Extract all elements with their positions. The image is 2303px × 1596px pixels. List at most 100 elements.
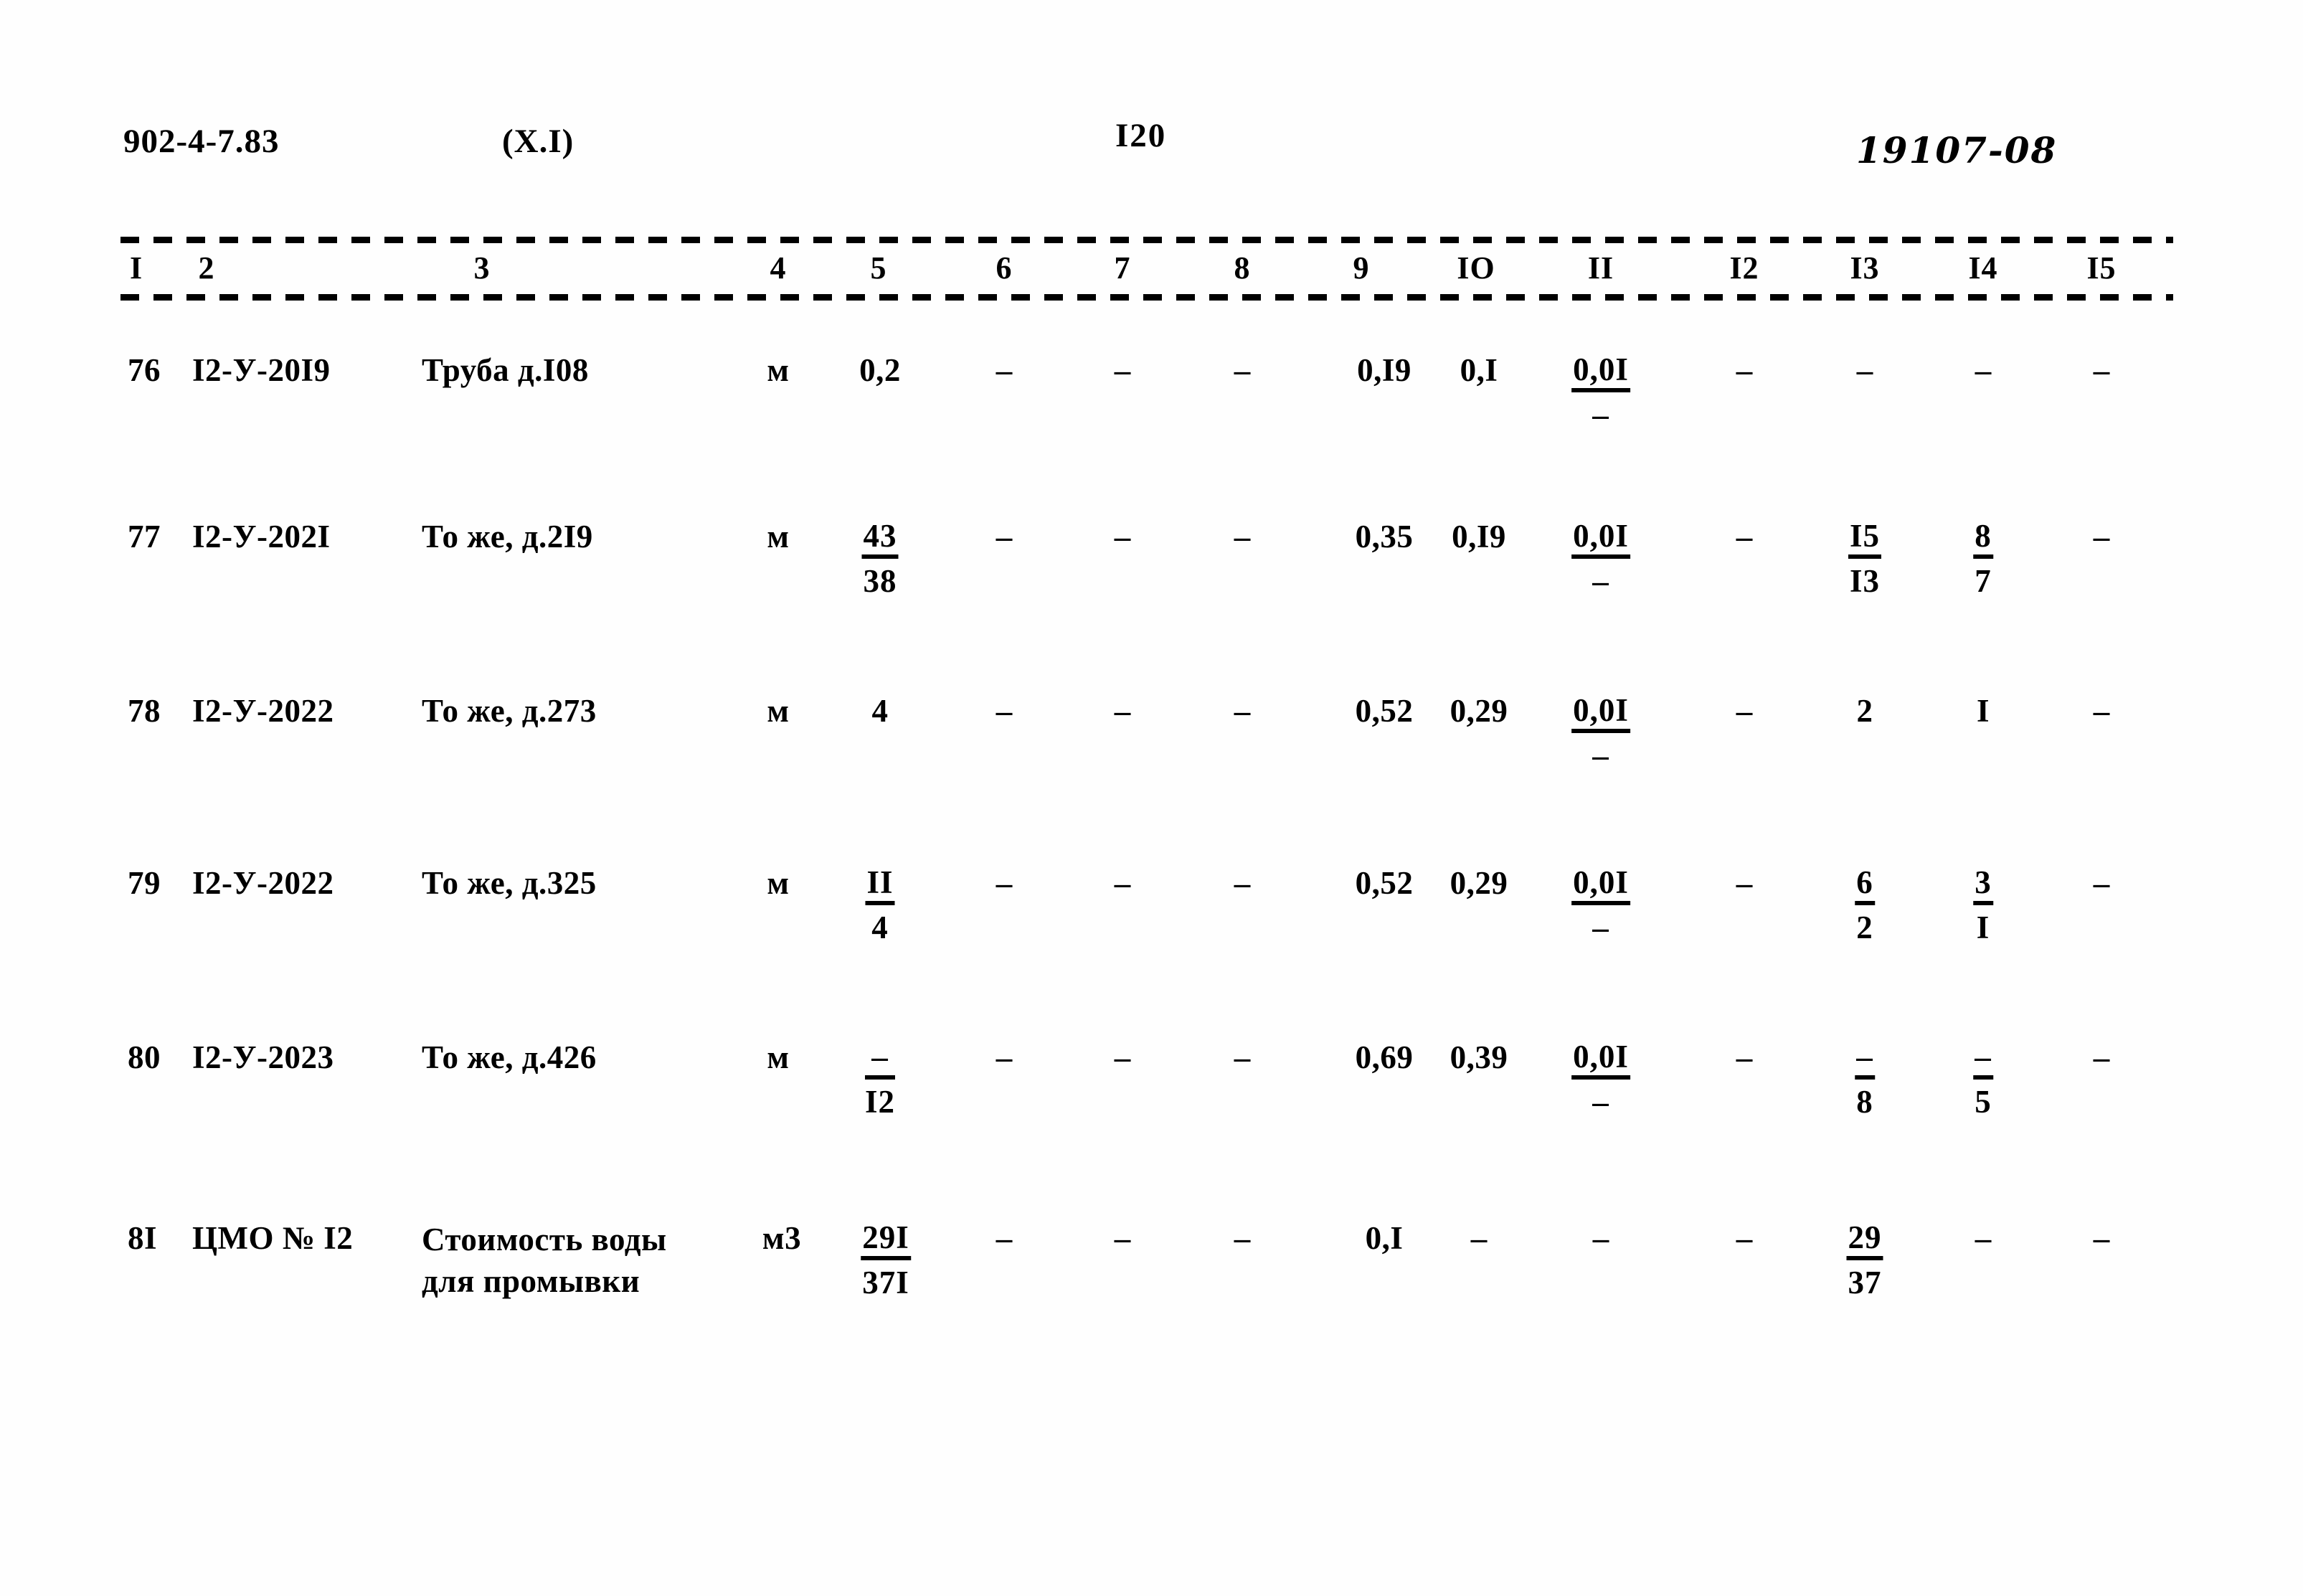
fraction-numerator: 0,0I — [1571, 351, 1630, 393]
fraction-numerator: 3 — [1973, 864, 1993, 906]
fraction-numerator: 43 — [861, 518, 899, 559]
value-col-9: 0,52 — [1355, 693, 1414, 729]
item-name-line-1: Стоимость воды — [422, 1222, 667, 1257]
value-col-11: 0,0I – — [1571, 1039, 1630, 1120]
fraction-denominator: 7 — [1975, 563, 1992, 600]
table-row: 78 I2-У-2022 То же, д.273 м 4 – – – 0,52… — [0, 692, 2303, 857]
value-col-8: – — [1234, 1039, 1251, 1075]
value-col-14: – — [1975, 1220, 1992, 1256]
table-row: 8I ЦМО № I2 Стоимость воды для промывки … — [0, 1219, 2303, 1384]
table-row: 76 I2-У-20I9 Труба д.I08 м 0,2 – – – 0,I… — [0, 351, 2303, 516]
value-col-14: 8 7 — [1973, 518, 1993, 600]
value-col-6: – — [996, 519, 1013, 554]
fraction-denominator: – — [1592, 910, 1609, 946]
unit-cell: м3 — [762, 1220, 802, 1256]
value-col-7: – — [1114, 1220, 1131, 1256]
value-col-9: 0,52 — [1355, 865, 1414, 901]
value-col-7: – — [1114, 1039, 1131, 1075]
fraction-numerator: 0,0I — [1571, 864, 1630, 906]
value-col-12: – — [1736, 519, 1753, 554]
value-col-9: 0,I9 — [1357, 352, 1411, 388]
fraction-numerator: I5 — [1848, 518, 1882, 559]
value-col-5: 29I 37I — [861, 1219, 911, 1301]
value-col-13: – 8 — [1855, 1039, 1875, 1120]
fraction-denominator: I2 — [864, 1084, 896, 1120]
value-col-6: – — [996, 865, 1013, 901]
value-col-15: – — [2093, 693, 2110, 729]
row-number: 79 — [128, 865, 161, 901]
value-col-12: – — [1736, 1220, 1753, 1256]
row-number: 80 — [128, 1039, 161, 1075]
value-col-13: 2 — [1856, 693, 1873, 729]
value-col-7: – — [1114, 519, 1131, 554]
fraction-numerator: 0,0I — [1571, 1039, 1630, 1080]
value-col-5: – I2 — [864, 1039, 896, 1120]
value-col-13: 29 37 — [1846, 1219, 1883, 1301]
value-col-8: – — [1234, 693, 1251, 729]
unit-cell: м — [767, 1039, 790, 1075]
value-col-10: 0,29 — [1450, 865, 1508, 901]
item-code: I2-У-202I — [192, 519, 331, 554]
value-col-15: – — [2093, 865, 2110, 901]
value-col-12: – — [1736, 865, 1753, 901]
value-col-14: – — [1975, 352, 1992, 388]
fraction-numerator: 0,0I — [1571, 518, 1630, 559]
item-name: Стоимость воды для промывки — [422, 1219, 667, 1302]
document-page: 902-4-7.83 (X.I) I20 19107-08 I 2 3 4 5 … — [0, 0, 2303, 1596]
value-col-6: – — [996, 693, 1013, 729]
table-row: 80 I2-У-2023 То же, д.426 м – I2 – – – 0… — [0, 1039, 2303, 1204]
value-col-8: – — [1234, 1220, 1251, 1256]
fraction-denominator: I — [1976, 910, 1990, 946]
value-col-9: 0,69 — [1355, 1039, 1414, 1075]
value-col-11: 0,0I – — [1571, 864, 1630, 946]
fraction-denominator: – — [1592, 1084, 1609, 1120]
value-col-5: 43 38 — [861, 518, 899, 600]
value-col-6: – — [996, 1039, 1013, 1075]
fraction-numerator: 29I — [861, 1219, 911, 1261]
value-col-15: – — [2093, 1039, 2110, 1075]
value-col-9: 0,35 — [1355, 519, 1414, 554]
unit-cell: м — [767, 519, 790, 554]
value-col-12: – — [1736, 693, 1753, 729]
value-col-7: – — [1114, 865, 1131, 901]
fraction-denominator: I3 — [1849, 563, 1881, 600]
fraction-denominator: 4 — [871, 910, 889, 946]
row-number: 8I — [128, 1220, 158, 1256]
fraction-denominator: – — [1592, 563, 1609, 600]
fraction-denominator: 38 — [863, 563, 897, 600]
value-col-11: 0,0I – — [1571, 351, 1630, 433]
value-col-8: – — [1234, 865, 1251, 901]
item-name: То же, д.273 — [422, 693, 597, 729]
value-col-13: 6 2 — [1855, 864, 1875, 946]
table-row: 77 I2-У-202I То же, д.2I9 м 43 38 – – – … — [0, 518, 2303, 683]
fraction-denominator: – — [1592, 397, 1609, 433]
item-code: I2-У-2022 — [192, 865, 334, 901]
value-col-15: – — [2093, 352, 2110, 388]
value-col-11: 0,0I – — [1571, 518, 1630, 600]
item-code: ЦМО № I2 — [192, 1220, 354, 1256]
value-col-6: – — [996, 1220, 1013, 1256]
fraction-denominator: – — [1592, 737, 1609, 774]
value-col-5: 4 — [871, 693, 889, 729]
fraction-numerator: – — [1855, 1039, 1875, 1080]
item-name: То же, д.426 — [422, 1039, 597, 1075]
unit-cell: м — [767, 693, 790, 729]
fraction-numerator: – — [1973, 1039, 1993, 1080]
value-col-8: – — [1234, 519, 1251, 554]
fraction-numerator: – — [864, 1039, 896, 1080]
value-col-15: – — [2093, 1220, 2110, 1256]
value-col-13: I5 I3 — [1848, 518, 1882, 600]
fraction-numerator: 0,0I — [1571, 692, 1630, 734]
item-name: То же, д.2I9 — [422, 519, 593, 554]
fraction-numerator: 6 — [1855, 864, 1875, 906]
value-col-10: 0,I — [1460, 352, 1498, 388]
item-name: То же, д.325 — [422, 865, 597, 901]
unit-cell: м — [767, 352, 790, 388]
value-col-11: – — [1592, 1220, 1609, 1256]
fraction-numerator: II — [865, 864, 895, 906]
value-col-14: I — [1976, 693, 1990, 729]
value-col-7: – — [1114, 693, 1131, 729]
value-col-7: – — [1114, 352, 1131, 388]
value-col-10: 0,I9 — [1452, 519, 1506, 554]
row-number: 76 — [128, 352, 161, 388]
